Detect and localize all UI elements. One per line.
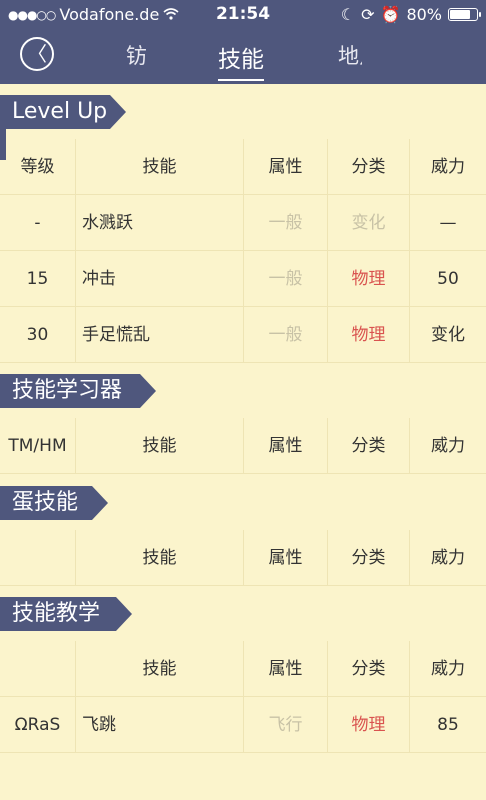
move-type: 一般 [244,251,328,307]
battery-icon [448,8,481,21]
col-type: 属性 [244,641,328,697]
move-category: 物理 [328,697,410,753]
level-value: 15 [0,251,76,307]
col-power: 威力 [431,659,465,679]
move-name: 飞跳 [76,697,244,753]
col-category: 分类 [328,641,410,697]
table-row[interactable]: 30 手足慌乱 一般 物理 变化 [0,307,486,363]
moon-icon: ☾ [340,5,356,24]
move-type: 一般 [244,307,328,363]
table-row[interactable]: - 水溅跃 一般 变化 — [0,195,486,251]
section-tm-title: 技能学习器 [0,374,156,408]
tutor-header-row: 技能 属性 分类 威力 [0,641,486,697]
game-version: ΩRaS [0,697,76,753]
table-row[interactable]: ΩRaS 飞跳 飞行 物理 85 [0,697,486,753]
move-power: 50 [437,269,459,289]
col-category: 分类 [328,530,410,586]
tab-moves[interactable]: 技能 [218,40,264,81]
col-power: 威力 [431,436,465,456]
move-category: 变化 [328,195,410,251]
section-egg-title: 蛋技能 [0,486,108,520]
table-row[interactable]: 15 冲击 一般 物理 50 [0,251,486,307]
col-type: 属性 [244,139,328,195]
app-header: ●●●○○ Vodafone.de 21:54 ☾ ⟳ ⏰ 80% 〈 钫 技能… [0,0,486,84]
col-blank [0,641,76,697]
col-move: 技能 [76,530,244,586]
col-type: 属性 [244,418,328,474]
section-tutor-title: 技能教学 [0,597,132,631]
back-icon: 〈 [27,42,47,66]
back-button[interactable]: 〈 [20,37,54,71]
egg-header-row: 技能 属性 分类 威力 [0,530,486,586]
col-blank [0,530,76,586]
level-value: - [0,195,76,251]
col-move: 技能 [76,139,244,195]
tm-header-row: TM/HM 技能 属性 分类 威力 [0,418,486,474]
level-value: 30 [0,307,76,363]
alarm-icon: ⏰ [380,5,401,24]
move-category: 物理 [328,307,410,363]
move-name: 水溅跃 [76,195,244,251]
rotation-lock-icon: ⟳ [361,5,375,24]
move-power: 85 [437,715,459,735]
col-type: 属性 [244,530,328,586]
col-move: 技能 [76,641,244,697]
status-bar: ●●●○○ Vodafone.de 21:54 ☾ ⟳ ⏰ 80% [0,0,486,28]
move-power: — [439,213,457,233]
move-power: 变化 [431,325,465,345]
move-type: 一般 [244,195,328,251]
battery-fill [450,10,470,19]
col-level: 等级 [0,139,76,195]
tab-prev[interactable]: 钫 [126,40,147,70]
col-move: 技能 [76,418,244,474]
tab-locations[interactable]: 地点 [338,40,362,70]
section-levelup-title: Level Up [0,95,126,129]
status-right: ☾ ⟳ ⏰ 80% [340,5,481,24]
col-category: 分类 [328,139,410,195]
col-tm: TM/HM [0,418,76,474]
move-category: 物理 [328,251,410,307]
col-category: 分类 [328,418,410,474]
move-type: 飞行 [244,697,328,753]
col-power: 威力 [431,548,465,568]
battery-percent: 80% [406,5,442,24]
levelup-header-row: 等级 技能 属性 分类 威力 [0,139,486,195]
move-name: 冲击 [76,251,244,307]
move-name: 手足慌乱 [76,307,244,363]
col-power: 威力 [431,157,465,177]
